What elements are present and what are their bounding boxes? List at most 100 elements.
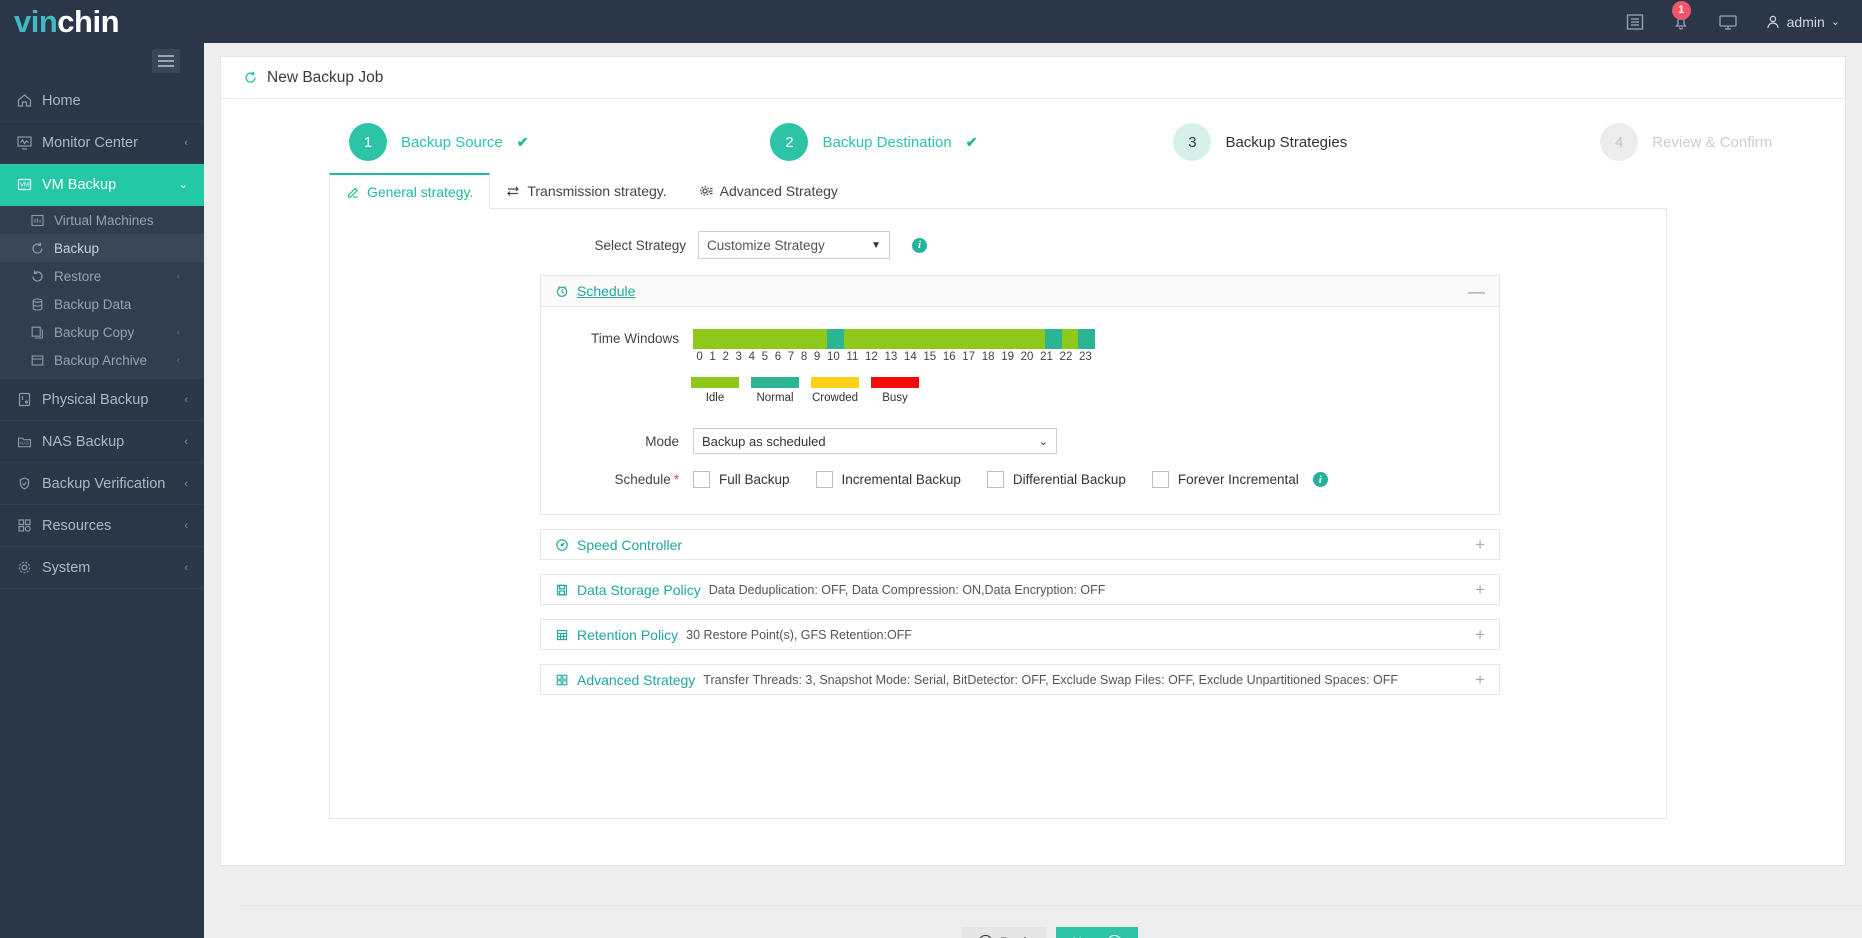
- time-window-hour-2[interactable]: [726, 329, 744, 349]
- time-window-hour-9[interactable]: [843, 329, 861, 349]
- section-speed-controller[interactable]: Speed Controller +: [540, 529, 1500, 560]
- time-window-hour-22[interactable]: [1061, 329, 1079, 349]
- chevron-left-icon: ‹: [184, 136, 188, 149]
- sidebar: Home Monitor Center ‹ VM VM Backup ⌄ Vir…: [0, 43, 204, 938]
- next-button[interactable]: Next →: [1056, 927, 1138, 938]
- user-menu[interactable]: admin ⌄: [1765, 14, 1840, 30]
- checkbox-box[interactable]: [815, 471, 833, 488]
- gear-icon: [16, 559, 42, 576]
- svg-text:VM: VM: [20, 183, 29, 189]
- step-number: 2: [770, 123, 809, 161]
- monitor-center-icon: [16, 134, 42, 151]
- time-window-hour-3[interactable]: [743, 329, 760, 349]
- checkbox-forever-incremental[interactable]: Forever Incremental: [1151, 471, 1299, 488]
- select-strategy-dropdown[interactable]: Customize Strategy ▼: [698, 231, 890, 259]
- expand-icon[interactable]: +: [1475, 581, 1485, 598]
- time-window-hour-20[interactable]: [1028, 329, 1045, 349]
- time-window-hour-23[interactable]: [1078, 329, 1095, 349]
- monitor-icon[interactable]: [1717, 12, 1739, 32]
- time-window-hour-17[interactable]: [977, 329, 995, 349]
- legend-label: Idle: [705, 392, 725, 404]
- sidebar-item-vm-backup[interactable]: VM VM Backup ⌄: [0, 164, 204, 206]
- section-data-storage-policy[interactable]: Data Storage Policy Data Deduplication: …: [540, 574, 1500, 605]
- sidebar-item-system[interactable]: System ‹: [0, 547, 204, 589]
- checkbox-label: Full Backup: [719, 472, 790, 487]
- time-window-hour-13[interactable]: [910, 329, 928, 349]
- sidebar-item-resources[interactable]: Resources ‹: [0, 505, 204, 547]
- checkbox-box[interactable]: [693, 471, 710, 488]
- time-window-hour-5[interactable]: [776, 329, 794, 349]
- time-window-hour-1[interactable]: [709, 329, 727, 349]
- bell-icon[interactable]: 1: [1671, 0, 1691, 32]
- time-window-hour-4[interactable]: [760, 329, 777, 349]
- sidebar-item-backup[interactable]: Backup: [0, 234, 204, 262]
- time-window-hour-10[interactable]: [860, 329, 878, 349]
- time-window-hour-6[interactable]: [793, 329, 811, 349]
- legend-label: Crowded: [811, 392, 859, 404]
- sidebar-item-backup-data[interactable]: Backup Data: [0, 290, 204, 318]
- expand-icon[interactable]: +: [1475, 536, 1485, 553]
- collapse-icon[interactable]: —: [1468, 283, 1485, 300]
- sidebar-item-virtual-machines[interactable]: Virtual Machines: [0, 206, 204, 234]
- app-root: vinchin 1 admin ⌄ Home Monitor Center ‹ …: [0, 0, 1862, 938]
- section-title: Retention Policy: [577, 626, 679, 643]
- time-window-tick: 22: [1059, 351, 1073, 363]
- expand-icon[interactable]: +: [1475, 626, 1485, 643]
- sidebar-label-backup: Backup: [54, 240, 100, 256]
- tab-advanced-strategy[interactable]: Advanced Strategy: [683, 173, 854, 208]
- pencil-icon: [346, 185, 360, 199]
- schedule-section-header[interactable]: Schedule —: [541, 276, 1499, 307]
- time-window-hour-7[interactable]: [810, 329, 827, 349]
- time-window-hour-11[interactable]: [877, 329, 894, 349]
- time-window-hour-18[interactable]: [994, 329, 1012, 349]
- sidebar-item-nas-backup[interactable]: NAS NAS Backup ‹: [0, 421, 204, 463]
- schedule-section-title: Schedule: [577, 283, 636, 299]
- select-strategy-info-icon[interactable]: i: [912, 237, 927, 253]
- time-window-tick: 11: [846, 351, 859, 363]
- back-button[interactable]: ← Back: [962, 927, 1047, 938]
- schedule-label: Schedule *: [541, 472, 693, 487]
- time-window-hour-8[interactable]: [827, 329, 844, 349]
- schedule-info-icon[interactable]: i: [1312, 472, 1328, 487]
- expand-icon[interactable]: +: [1475, 671, 1485, 688]
- time-window-hour-12[interactable]: [894, 329, 911, 349]
- hamburger-icon[interactable]: [152, 49, 180, 73]
- section-advanced-strategy[interactable]: Advanced Strategy Transfer Threads: 3, S…: [540, 664, 1500, 695]
- sidebar-item-monitor-center[interactable]: Monitor Center ‹: [0, 122, 204, 164]
- tab-transmission-strategy[interactable]: Transmission strategy.: [490, 173, 682, 208]
- sidebar-item-backup-copy[interactable]: Backup Copy ‹: [0, 318, 204, 346]
- tab-general-strategy[interactable]: General strategy.: [329, 173, 491, 209]
- step-backup-strategies[interactable]: 3 Backup Strategies: [1173, 123, 1347, 161]
- sidebar-label-nas-backup: NAS Backup: [42, 433, 125, 450]
- select-strategy-value: Customize Strategy: [707, 237, 825, 253]
- grid-blocks-icon: [555, 673, 569, 687]
- list-icon[interactable]: [1625, 12, 1645, 32]
- step-backup-destination[interactable]: 2 Backup Destination ✔: [770, 123, 977, 161]
- checkbox-full-backup[interactable]: Full Backup: [693, 471, 790, 488]
- time-window-hour-21[interactable]: [1044, 329, 1062, 349]
- sidebar-item-home[interactable]: Home: [0, 80, 204, 122]
- checkbox-box[interactable]: [986, 471, 1004, 488]
- checkbox-incremental-backup[interactable]: Incremental Backup: [815, 471, 961, 488]
- checkbox-differential-backup[interactable]: Differential Backup: [986, 471, 1126, 488]
- time-window-hour-19[interactable]: [1011, 329, 1028, 349]
- sidebar-item-physical-backup[interactable]: Physical Backup ‹: [0, 379, 204, 421]
- chevron-left-icon: ‹: [184, 435, 188, 448]
- time-window-tick: 2: [722, 351, 729, 363]
- time-window-tick: 4: [748, 351, 755, 363]
- time-window-hour-0[interactable]: [693, 329, 710, 349]
- sidebar-label-backup-archive: Backup Archive: [54, 352, 148, 368]
- sidebar-label-monitor-center: Monitor Center: [42, 134, 138, 151]
- sidebar-item-backup-archive[interactable]: Backup Archive ‹: [0, 346, 204, 374]
- mode-dropdown[interactable]: Backup as scheduled ⌄: [693, 428, 1057, 454]
- step-backup-source[interactable]: 1 Backup Source ✔: [349, 123, 528, 161]
- checkbox-box[interactable]: [1151, 471, 1169, 488]
- section-retention-policy[interactable]: Retention Policy 30 Restore Point(s), GF…: [540, 619, 1500, 650]
- time-windows-bar[interactable]: [693, 329, 1095, 349]
- schedule-label-text: Schedule: [614, 472, 671, 487]
- time-window-hour-16[interactable]: [961, 329, 978, 349]
- sidebar-item-restore[interactable]: Restore ‹: [0, 262, 204, 290]
- time-window-hour-15[interactable]: [944, 329, 961, 349]
- time-window-hour-14[interactable]: [927, 329, 945, 349]
- sidebar-item-backup-verification[interactable]: Backup Verification ‹: [0, 463, 204, 505]
